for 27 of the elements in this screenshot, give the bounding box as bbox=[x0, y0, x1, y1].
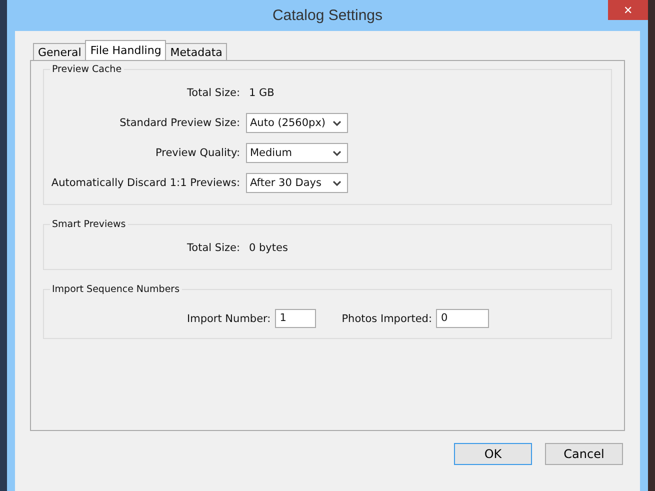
caret-icon bbox=[333, 180, 341, 186]
field-label: Total Size: bbox=[186, 87, 240, 99]
input-field[interactable]: 0 bbox=[436, 309, 489, 328]
tab[interactable]: Metadata bbox=[165, 43, 228, 60]
caret-icon bbox=[333, 120, 341, 126]
field-label: Import Number: bbox=[187, 312, 271, 324]
value-text: 0 bytes bbox=[249, 242, 288, 254]
group-title: Smart Previews bbox=[50, 219, 128, 230]
field-label: Photos Imported: bbox=[342, 312, 432, 324]
value-text: 1 GB bbox=[249, 87, 274, 99]
field-label: Total Size: bbox=[186, 242, 240, 254]
caret-icon bbox=[333, 150, 341, 156]
tab[interactable]: File Handling bbox=[85, 40, 166, 60]
close-button[interactable]: ✕ bbox=[608, 0, 648, 20]
window-title: Catalog Settings bbox=[272, 7, 383, 24]
group-title: Import Sequence Numbers bbox=[50, 284, 182, 295]
dropdown[interactable]: Medium bbox=[246, 143, 348, 163]
input-field[interactable]: 1 bbox=[274, 309, 316, 328]
tab[interactable]: General bbox=[33, 43, 86, 60]
dialog-button[interactable]: OK bbox=[454, 443, 532, 465]
group-title: Preview Cache bbox=[50, 64, 124, 75]
field-label: Standard Preview Size: bbox=[118, 117, 240, 129]
field-label: Automatically Discard 1:1 Previews: bbox=[50, 177, 240, 189]
field-label: Preview Quality: bbox=[154, 147, 240, 159]
dropdown[interactable]: Auto (2560px) bbox=[246, 113, 348, 133]
dialog-button[interactable]: Cancel bbox=[545, 443, 623, 465]
dropdown[interactable]: After 30 Days bbox=[246, 173, 348, 193]
